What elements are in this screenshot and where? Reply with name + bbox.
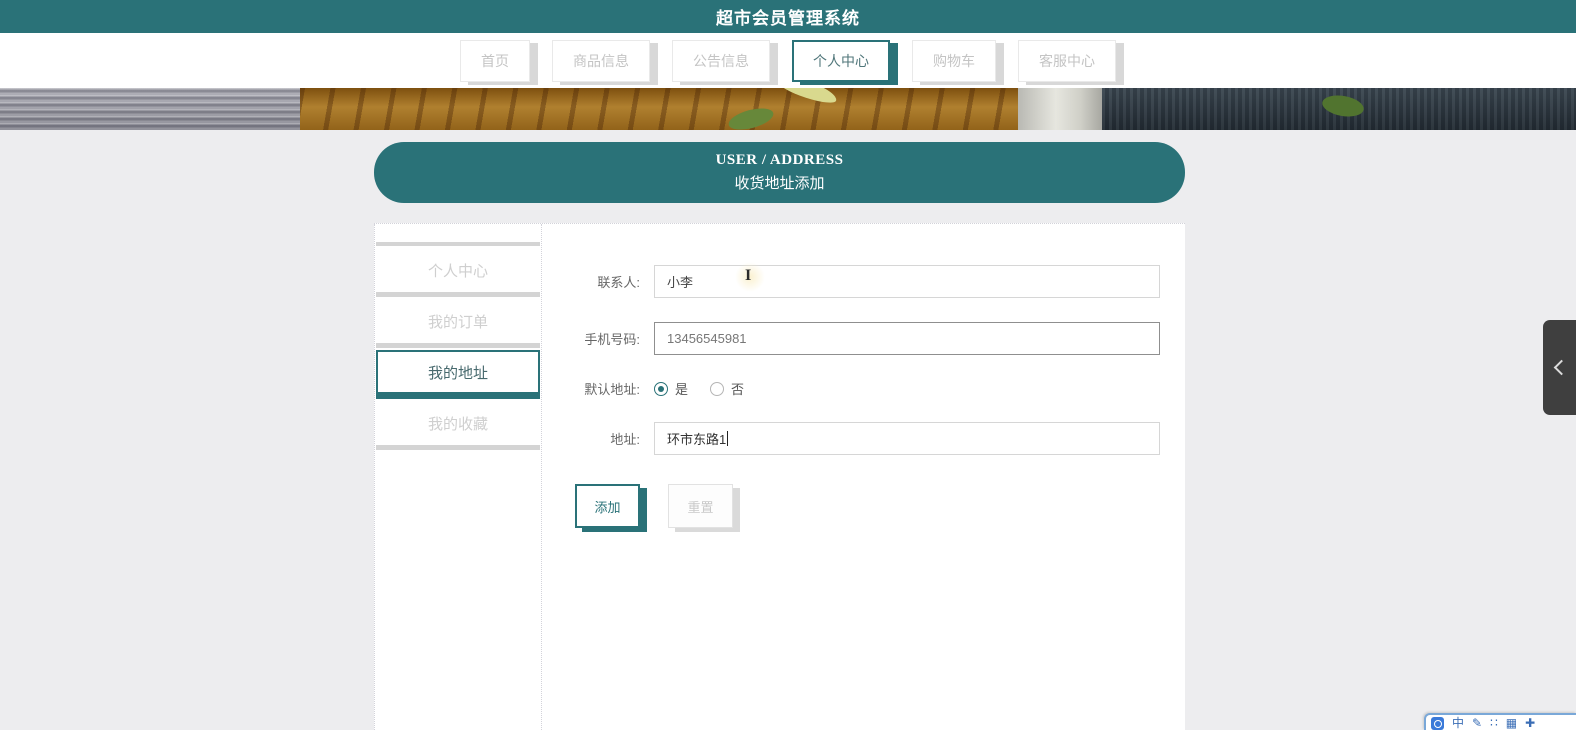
phone-row: 手机号码: xyxy=(542,322,1185,355)
sidebar-divider xyxy=(376,242,540,246)
sidebar-item-my-address[interactable]: 我的地址 xyxy=(376,350,540,394)
side-panel-collapse-tab[interactable] xyxy=(1543,320,1576,415)
hero-wood-texture xyxy=(0,88,300,130)
hero-banner-image xyxy=(0,88,1576,130)
breadcrumb: USER / ADDRESS xyxy=(715,152,844,168)
sidebar: 个人中心 我的订单 我的地址 我的收藏 xyxy=(374,224,542,730)
text-caret xyxy=(727,431,729,446)
nav-tab-products[interactable]: 商品信息 xyxy=(552,39,650,82)
radio-option-yes[interactable]: 是 xyxy=(654,379,688,398)
main-nav: 首页 商品信息 公告信息 个人中心 购物车 客服中心 xyxy=(0,33,1576,88)
default-address-radio-group: 是 否 xyxy=(654,379,744,398)
nav-tab-service[interactable]: 客服中心 xyxy=(1018,39,1116,82)
address-row: 地址: 环市东路1 xyxy=(542,422,1185,455)
contact-input[interactable] xyxy=(654,265,1160,298)
contact-label: 联系人: xyxy=(597,275,640,290)
radio-option-no[interactable]: 否 xyxy=(710,379,744,398)
app-header: 超市会员管理系统 xyxy=(0,0,1576,33)
form-buttons: 添加 重置 xyxy=(575,484,1185,528)
radio-yes-label: 是 xyxy=(675,382,689,397)
ime-toolbar[interactable]: 中 ✎ ∷ ▦ ✚ xyxy=(1424,713,1576,730)
nav-tab-home[interactable]: 首页 xyxy=(460,39,530,82)
nav-tab-cart[interactable]: 购物车 xyxy=(912,39,996,82)
nav-tab-personal-center[interactable]: 个人中心 xyxy=(792,39,890,82)
radio-no-icon[interactable] xyxy=(710,381,725,396)
hero-food-texture xyxy=(300,88,1018,130)
address-label: 地址: xyxy=(610,432,640,447)
ime-toolbox-icon[interactable]: ✚ xyxy=(1525,717,1535,730)
ime-mode-toggle[interactable]: 中 xyxy=(1452,717,1464,730)
sidebar-item-personal-center[interactable]: 个人中心 xyxy=(376,248,540,292)
breadcrumb-banner: USER / ADDRESS 收货地址添加 xyxy=(374,142,1185,203)
hero-plank-texture xyxy=(1018,88,1102,130)
contact-row: 联系人: xyxy=(542,265,1185,298)
add-button[interactable]: 添加 xyxy=(575,484,640,528)
app-title: 超市会员管理系统 xyxy=(716,9,860,28)
ime-punctuation-icon[interactable]: ∷ xyxy=(1490,717,1498,730)
reset-button[interactable]: 重置 xyxy=(668,484,733,528)
ime-handwriting-icon[interactable]: ✎ xyxy=(1472,717,1482,730)
address-input[interactable]: 环市东路1 xyxy=(654,422,1160,455)
page-title: 收货地址添加 xyxy=(734,176,825,192)
ime-keyboard-icon[interactable]: ▦ xyxy=(1506,717,1517,730)
address-form: 联系人: 手机号码: 默认地址: 是 否 地址: 环市东 xyxy=(542,224,1185,730)
radio-no-label: 否 xyxy=(731,382,745,397)
radio-yes-icon[interactable] xyxy=(654,381,668,396)
chevron-left-icon xyxy=(1553,359,1570,376)
ime-logo-icon[interactable] xyxy=(1431,717,1444,730)
sidebar-item-my-orders[interactable]: 我的订单 xyxy=(376,299,540,343)
nav-tab-announcements[interactable]: 公告信息 xyxy=(672,39,770,82)
default-address-label: 默认地址: xyxy=(584,382,640,397)
address-value: 环市东路1 xyxy=(667,432,727,447)
phone-label: 手机号码: xyxy=(584,332,640,347)
sidebar-item-my-favorites[interactable]: 我的收藏 xyxy=(376,401,540,445)
content-panel: 个人中心 我的订单 我的地址 我的收藏 联系人: 手机号码: 默认地址: 是 否 xyxy=(374,223,1185,730)
default-address-row: 默认地址: 是 否 xyxy=(542,379,1185,398)
phone-input[interactable] xyxy=(654,322,1160,355)
